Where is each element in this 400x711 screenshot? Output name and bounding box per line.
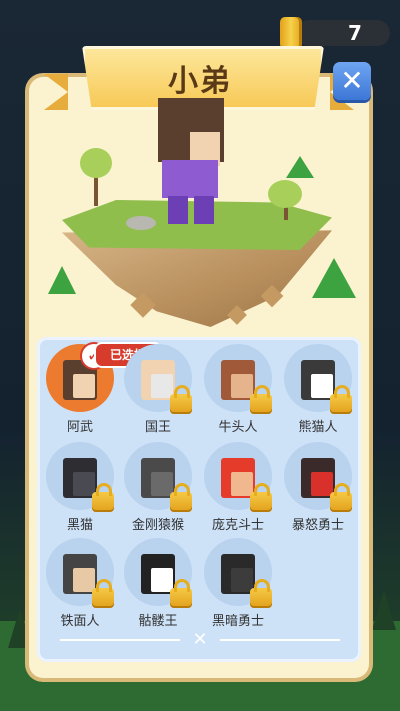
character-face <box>73 374 95 398</box>
character-card-panda[interactable]: 熊猫人 <box>278 340 358 436</box>
pine-tree <box>312 258 356 298</box>
round-tree <box>268 180 302 208</box>
lock-icon <box>250 579 272 608</box>
character-name: 金刚猿猴 <box>131 518 184 533</box>
character-face <box>231 472 253 496</box>
character-name: 骷髅王 <box>138 614 178 629</box>
hero-body <box>162 160 218 198</box>
lock-icon <box>92 579 114 608</box>
character-face <box>311 472 333 496</box>
lock-icon <box>170 483 192 512</box>
character-card-awu[interactable]: ✓ 已选择 阿武 <box>40 340 160 436</box>
lock-icon <box>92 483 114 512</box>
lock-icon <box>330 385 352 414</box>
lock-icon <box>250 483 272 512</box>
character-face <box>151 472 173 496</box>
character-face <box>73 472 95 496</box>
round-tree <box>80 148 112 178</box>
character-face <box>231 374 253 398</box>
character-name: 庞克斗士 <box>211 518 264 533</box>
roster-footer-ornament: ✕ <box>60 629 340 650</box>
lock-icon <box>170 579 192 608</box>
character-face <box>231 568 253 592</box>
character-name: 黑猫 <box>66 518 93 533</box>
boulder <box>126 216 156 230</box>
panel-title: 小弟 <box>168 64 232 99</box>
character-face <box>73 568 95 592</box>
character-card-skeleton-king[interactable]: 骷髅王 <box>118 534 198 630</box>
character-card-king[interactable]: 国王 <box>118 340 198 436</box>
close-icon: ✕ <box>340 64 364 97</box>
character-card-rage-warrior[interactable]: 暴怒勇士 <box>278 438 358 534</box>
character-face <box>151 374 173 398</box>
character-name: 阿武 <box>66 420 93 435</box>
lock-icon <box>330 483 352 512</box>
character-name: 国王 <box>144 420 171 435</box>
character-card-punk-fighter[interactable]: 庞克斗士 <box>198 438 278 534</box>
coin-count: 7 <box>348 21 362 45</box>
character-name: 铁面人 <box>60 614 100 629</box>
lock-icon <box>170 385 192 414</box>
character-card-dark-warrior[interactable]: 黑暗勇士 <box>198 534 278 630</box>
crossed-bones-icon: ✕ <box>192 629 208 650</box>
character-name: 牛头人 <box>218 420 258 435</box>
background-tree <box>372 590 396 630</box>
hero-leg <box>168 196 188 224</box>
character-card-iron-mask[interactable]: 铁面人 <box>40 534 120 630</box>
ornament-line <box>220 639 340 641</box>
character-name: 熊猫人 <box>298 420 338 435</box>
character-face <box>151 568 173 592</box>
ribbon-tail-left <box>44 74 68 110</box>
character-card-ape[interactable]: 金刚猿猴 <box>118 438 198 534</box>
coin-icon <box>280 17 302 49</box>
character-face <box>311 374 333 398</box>
ornament-line <box>60 639 180 641</box>
pine-tree <box>48 266 76 294</box>
character-name: 黑暗勇士 <box>211 614 264 629</box>
character-card-minotaur[interactable]: 牛头人 <box>198 340 278 436</box>
character-card-black-cat[interactable]: 黑猫 <box>40 438 120 534</box>
pine-tree <box>286 156 314 178</box>
character-name: 暴怒勇士 <box>291 518 344 533</box>
lock-icon <box>250 385 272 414</box>
hero-leg <box>194 196 214 224</box>
close-button[interactable]: ✕ <box>333 62 371 100</box>
